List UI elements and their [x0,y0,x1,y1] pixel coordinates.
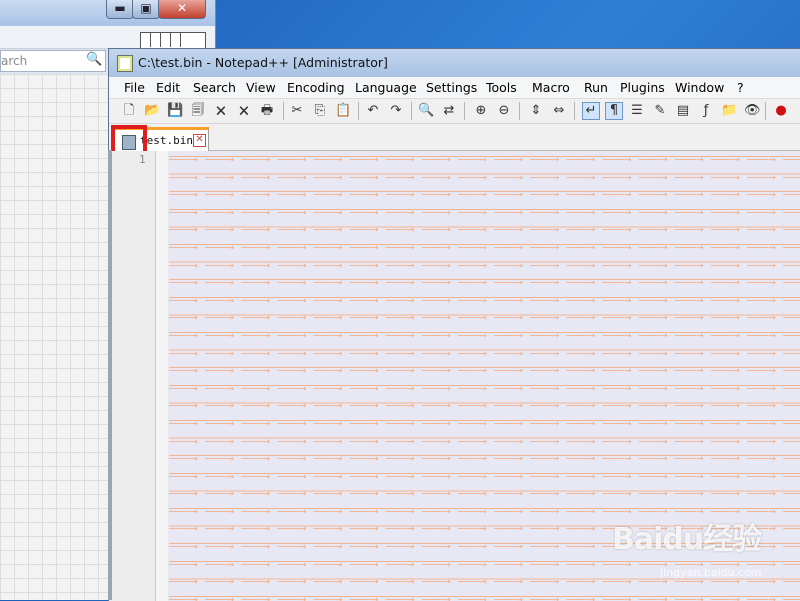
background-window-titlebar: ▬ ▣ ✕ [0,0,215,26]
show-all-chars-icon[interactable]: ¶ [605,102,623,120]
menu-encoding[interactable]: Encoding [287,80,345,95]
doc-map-icon[interactable]: ▤ [675,103,691,119]
line-number-gutter[interactable]: 1 [109,151,156,601]
menu-edit[interactable]: Edit [156,80,180,95]
record-macro-icon[interactable]: ● [773,103,789,119]
copy-icon[interactable]: ⎘ [312,103,328,119]
window-title: C:\test.bin - Notepad++ [Administrator] [138,55,388,70]
toolbar-separator [411,102,412,120]
minimize-button[interactable]: ▬ [106,0,134,19]
monitoring-icon[interactable]: 👁 [744,103,761,119]
sync-vertical-icon[interactable]: ⇕ [528,103,544,119]
menu-help[interactable]: ? [737,80,744,95]
function-list-icon[interactable]: ƒ [698,103,714,119]
menu-language[interactable]: Language [355,80,417,95]
replace-icon[interactable]: ⇄ [441,103,457,119]
window-titlebar: C:\test.bin - Notepad++ [Administrator] [109,49,800,77]
menu-tools[interactable]: Tools [486,80,517,95]
menu-run[interactable]: Run [584,80,608,95]
tab-label: test.bin [140,134,193,147]
menu-bar: File Edit Search View Encoding Language … [109,77,800,99]
indent-guide-icon[interactable]: ☰ [629,103,645,119]
udl-icon[interactable]: ✎ [652,103,668,119]
sync-horizontal-icon[interactable]: ⇔ [551,103,567,119]
print-icon[interactable]: 🖶 [259,103,275,119]
notepadpp-app-icon[interactable] [117,55,133,72]
close-button[interactable]: ✕ [158,0,206,19]
paste-icon[interactable]: 📋 [335,103,351,119]
document-tab-bar: test.bin ✕ [109,124,800,152]
toolbar-separator [283,102,284,120]
zoom-in-icon[interactable]: ⊕ [473,103,489,119]
cut-icon[interactable]: ✂ [289,103,305,119]
menu-settings[interactable]: Settings [426,80,477,95]
toolbar-separator [519,102,520,120]
toolbar: 🗋 📂 💾 🗐 🗙 🗙 🖶 ✂ ⎘ 📋 ↶ ↷ 🔍 ⇄ ⊕ ⊖ ⇕ ⇔ ↵ ¶ … [109,99,800,124]
fold-margin[interactable] [156,151,168,601]
grid-pane [0,74,108,600]
find-icon[interactable]: 🔍 [418,103,434,119]
toolbar-separator [464,102,465,120]
folder-workspace-icon[interactable]: 📁 [721,103,737,119]
undo-icon[interactable]: ↶ [365,103,381,119]
line-number: 1 [139,153,146,166]
menu-window[interactable]: Window [675,80,724,95]
window-edge-scrollbar[interactable] [108,150,112,600]
toolbar-separator [574,102,575,120]
menu-plugins[interactable]: Plugins [620,80,665,95]
open-file-icon[interactable]: 📂 [144,103,160,119]
baidu-watermark: Baidu经验 [612,522,762,557]
save-all-icon[interactable]: 🗐 [190,103,206,119]
maximize-button[interactable]: ▣ [132,0,160,19]
toolbar-separator [765,102,766,120]
close-icon[interactable]: 🗙 [213,103,229,119]
new-file-icon[interactable]: 🗋 [121,103,137,119]
search-icon[interactable]: 🔍 [86,52,102,67]
save-icon[interactable]: 💾 [167,103,183,119]
toolbar-separator [358,102,359,120]
menu-macro[interactable]: Macro [532,80,570,95]
word-wrap-icon[interactable]: ↵ [582,102,600,120]
menu-search[interactable]: Search [193,80,236,95]
watermark-url: jingyan.baidu.com [660,566,762,579]
menu-view[interactable]: View [246,80,276,95]
zoom-out-icon[interactable]: ⊖ [496,103,512,119]
menu-file[interactable]: File [124,80,145,95]
tab-close-icon[interactable]: ✕ [193,134,206,147]
redo-icon[interactable]: ↷ [388,103,404,119]
close-all-icon[interactable]: 🗙 [236,103,252,119]
